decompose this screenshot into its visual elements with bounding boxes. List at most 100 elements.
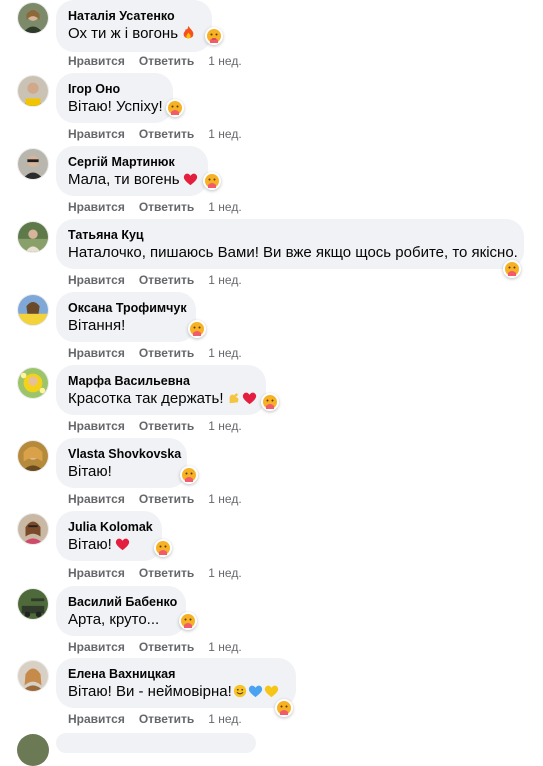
avatar[interactable] (17, 660, 49, 692)
reply-link[interactable]: Ответить (139, 419, 194, 433)
avatar[interactable] (17, 75, 49, 107)
comment-bubble: Татьяна Куц Наталочко, пишаюсь Вами! Ви … (56, 219, 524, 269)
comment-bubble (56, 733, 256, 753)
like-link[interactable]: Нравится (68, 54, 125, 68)
avatar[interactable] (17, 588, 49, 620)
flexed-biceps-emoji (227, 391, 241, 411)
avatar[interactable] (17, 734, 49, 766)
care-reaction-icon[interactable] (203, 172, 221, 190)
like-link[interactable]: Нравится (68, 419, 125, 433)
comment-bubble: Оксана Трофимчук Вітання! (56, 292, 196, 342)
comment-bubble: Сергій Мартинюк Мала, ти вогень (56, 146, 208, 196)
comment-actions: Нравится Ответить 1 нед. (68, 126, 242, 142)
comment-time[interactable]: 1 нед. (208, 712, 241, 726)
comment-time[interactable]: 1 нед. (208, 492, 241, 506)
comment-bubble: Vlasta Shovkovska Вітаю! (56, 438, 187, 488)
care-reaction-icon[interactable] (166, 99, 184, 117)
comment-text-value: Вітаю! Ви - неймовірна! (68, 683, 232, 700)
smile-emoji (233, 684, 247, 704)
comment-actions: Нравится Ответить 1 нед. (68, 418, 242, 434)
comment-text-value: Мала, ти вогень (68, 171, 180, 188)
comment-time[interactable]: 1 нед. (208, 200, 241, 214)
comment-text: Вітання! (68, 317, 126, 334)
reply-link[interactable]: Ответить (139, 346, 194, 360)
care-reaction-icon[interactable] (503, 260, 521, 278)
commenter-name[interactable]: Ігор Оно (68, 81, 161, 97)
comment-time[interactable]: 1 нед. (208, 566, 241, 580)
avatar[interactable] (17, 2, 49, 34)
comment-time[interactable]: 1 нед. (208, 127, 241, 141)
comment-time[interactable]: 1 нед. (208, 346, 241, 360)
comment-bubble: Марфа Васильевна Красотка так держать! (56, 365, 266, 415)
commenter-name[interactable]: Марфа Васильевна (68, 373, 254, 389)
comment-text: Красотка так держать! (68, 389, 257, 411)
heart-emoji (115, 537, 130, 557)
commenter-name[interactable]: Татьяна Куц (68, 227, 512, 243)
comment-text: Арта, круто... (68, 611, 160, 628)
care-reaction-icon[interactable] (275, 699, 293, 717)
heart-emoji (242, 391, 257, 411)
avatar[interactable] (17, 221, 49, 253)
comment-bubble: Василий Бабенко Арта, круто... (56, 586, 186, 636)
commenter-name[interactable]: Елена Вахницкая (68, 666, 284, 682)
care-reaction-icon[interactable] (188, 320, 206, 338)
commenter-name[interactable]: Наталія Усатенко (68, 8, 200, 24)
like-link[interactable]: Нравится (68, 346, 125, 360)
commenter-name[interactable]: Василий Бабенко (68, 594, 177, 610)
comment-actions: Нравится Ответить 1 нед. (68, 345, 242, 361)
reply-link[interactable]: Ответить (139, 566, 194, 580)
comment-text: Наталочко, пишаюсь Вами! Ви вже якщо щос… (68, 244, 518, 261)
comment-text: Вітаю! Успіху! (68, 98, 163, 115)
avatar[interactable] (17, 148, 49, 180)
reply-link[interactable]: Ответить (139, 273, 194, 287)
comment-text-value: Красотка так держать! (68, 390, 224, 407)
comment-actions: Нравится Ответить 1 нед. (68, 272, 242, 288)
comment-text: Вітаю! Ви - неймовірна! (68, 682, 284, 704)
avatar[interactable] (17, 513, 49, 545)
comment-text: Вітаю! (68, 463, 112, 480)
comment-text: Вітаю! (68, 535, 150, 557)
care-reaction-icon[interactable] (179, 612, 197, 630)
like-link[interactable]: Нравится (68, 566, 125, 580)
like-link[interactable]: Нравится (68, 273, 125, 287)
comment-actions: Нравится Ответить 1 нед. (68, 199, 242, 215)
comment-text-value: Вітаю! (68, 536, 112, 553)
like-link[interactable]: Нравится (68, 640, 125, 654)
care-reaction-icon[interactable] (180, 466, 198, 484)
comment-actions: Нравится Ответить 1 нед. (68, 491, 242, 507)
reply-link[interactable]: Ответить (139, 712, 194, 726)
like-link[interactable]: Нравится (68, 200, 125, 214)
reply-link[interactable]: Ответить (139, 200, 194, 214)
comment-actions: Нравится Ответить 1 нед. (68, 53, 242, 69)
fire-emoji (181, 25, 196, 46)
care-reaction-icon[interactable] (205, 27, 223, 45)
commenter-name[interactable]: Julia Kolomak (68, 519, 153, 535)
comment-time[interactable]: 1 нед. (208, 273, 241, 287)
like-link[interactable]: Нравится (68, 127, 125, 141)
avatar[interactable] (17, 367, 49, 399)
commenter-name[interactable]: Оксана Трофимчук (68, 300, 187, 316)
blue-heart-emoji (248, 684, 263, 704)
avatar[interactable] (17, 294, 49, 326)
comment-bubble: Наталія Усатенко Ох ти ж і вогонь (56, 0, 212, 52)
comment-actions: Нравится Ответить 1 нед. (68, 711, 242, 727)
comment-actions: Нравится Ответить 1 нед. (68, 639, 242, 655)
comment-text: Мала, ти вогень (68, 170, 197, 192)
comment-text-value: Ох ти ж і вогонь (68, 25, 179, 42)
reply-link[interactable]: Ответить (139, 127, 194, 141)
like-link[interactable]: Нравится (68, 712, 125, 726)
commenter-name[interactable]: Vlasta Shovkovska (68, 446, 181, 462)
commenter-name[interactable]: Сергій Мартинюк (68, 154, 196, 170)
care-reaction-icon[interactable] (154, 539, 172, 557)
reply-link[interactable]: Ответить (139, 640, 194, 654)
comment-time[interactable]: 1 нед. (208, 640, 241, 654)
comment-actions: Нравится Ответить 1 нед. (68, 565, 242, 581)
reply-link[interactable]: Ответить (139, 492, 194, 506)
avatar[interactable] (17, 440, 49, 472)
comment-time[interactable]: 1 нед. (208, 419, 241, 433)
comment-time[interactable]: 1 нед. (208, 54, 241, 68)
comment-text: Ох ти ж і вогонь (68, 24, 200, 46)
like-link[interactable]: Нравится (68, 492, 125, 506)
care-reaction-icon[interactable] (261, 393, 279, 411)
reply-link[interactable]: Ответить (139, 54, 194, 68)
